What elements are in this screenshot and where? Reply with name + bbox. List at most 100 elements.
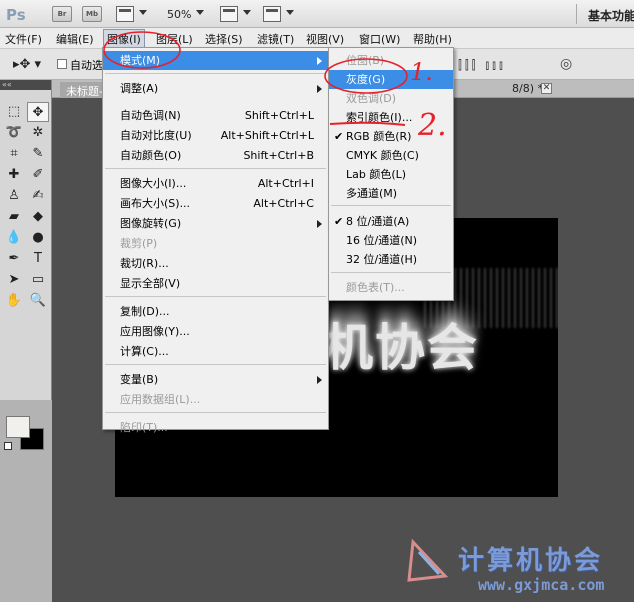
submenu-item-16-bit[interactable]: 16 位/通道(N) <box>329 231 453 250</box>
submenu-item-label: 16 位/通道(N) <box>346 234 418 247</box>
hand-tool-icon[interactable]: ✋ <box>3 291 25 311</box>
document-tab-info[interactable]: 8/8) * <box>512 82 543 95</box>
menu-item-image-rotation[interactable]: 图像旋转(G) <box>103 214 328 233</box>
menu-item-label: 裁剪(P) <box>120 237 158 250</box>
submenu-item-label: 位图(B) <box>346 54 385 67</box>
menu-item-auto-color[interactable]: 自动颜色(O) Shift+Ctrl+B <box>103 146 328 165</box>
submenu-item-multichannel[interactable]: 多通道(M) <box>329 184 453 203</box>
arrange-documents-icon[interactable] <box>220 6 238 22</box>
menu-item-trim[interactable]: 裁切(R)... <box>103 254 328 273</box>
eraser-tool-icon[interactable]: ▰ <box>3 207 25 227</box>
dodge-tool-icon[interactable]: ● <box>27 228 49 248</box>
align-distribute-icons[interactable]: ⫿⫿⫿ ⫾⫾⫾ <box>458 58 506 73</box>
lasso-tool-icon[interactable]: ➰ <box>3 123 25 143</box>
menu-separator <box>105 412 326 413</box>
menu-window[interactable]: 窗口(W) <box>359 31 400 47</box>
submenu-item-cmyk-color[interactable]: CMYK 颜色(C) <box>329 146 453 165</box>
auto-select-checkbox[interactable] <box>57 59 67 69</box>
quick-select-tool-icon[interactable]: ✲ <box>27 123 49 143</box>
marquee-tool-icon[interactable]: ⬚ <box>3 102 25 122</box>
menu-item-label: 陷印(T)... <box>120 421 168 434</box>
menu-select[interactable]: 选择(S) <box>205 31 243 47</box>
chevron-down-icon[interactable] <box>196 10 204 15</box>
type-tool-icon[interactable]: T <box>27 249 49 269</box>
toolbox-collapse-icon[interactable]: «« <box>0 80 51 90</box>
menu-item-shortcut: Shift+Ctrl+B <box>243 149 314 162</box>
close-icon[interactable]: ✕ <box>541 83 552 94</box>
screen-mode-icon[interactable] <box>263 6 281 22</box>
submenu-item-label: 索引颜色(I)... <box>346 111 413 124</box>
menu-image[interactable]: 图像(I) <box>103 29 145 49</box>
paint-bucket-tool-icon[interactable]: ◆ <box>27 207 49 227</box>
menu-separator <box>331 272 451 273</box>
foreground-color-swatch[interactable] <box>6 416 30 438</box>
chevron-down-icon[interactable] <box>139 10 147 15</box>
submenu-item-indexed-color[interactable]: 索引颜色(I)... <box>329 108 453 127</box>
menu-edit[interactable]: 编辑(E) <box>56 31 94 47</box>
pen-tool-icon[interactable]: ✒ <box>3 249 25 269</box>
bridge-button[interactable]: Br <box>52 6 72 22</box>
crop-tool-icon[interactable]: ⌗ <box>3 144 25 164</box>
view-extras-icon[interactable] <box>116 6 134 22</box>
menu-item-apply-image[interactable]: 应用图像(Y)... <box>103 322 328 341</box>
menu-item-apply-data-set: 应用数据组(L)... <box>103 390 328 409</box>
menu-item-label: 画布大小(S)... <box>120 197 191 210</box>
submenu-item-8-bit[interactable]: ✔ 8 位/通道(A) <box>329 212 453 231</box>
menu-item-auto-tone[interactable]: 自动色调(N) Shift+Ctrl+L <box>103 106 328 125</box>
workspace-switcher[interactable]: 基本功能 <box>588 7 634 24</box>
menu-item-mode[interactable]: 模式(M) <box>103 51 328 70</box>
path-select-tool-icon[interactable]: ➤ <box>3 270 25 290</box>
submenu-item-label: 32 位/通道(H) <box>346 253 418 266</box>
menu-item-shortcut: Alt+Ctrl+I <box>257 177 314 190</box>
menu-separator <box>331 205 451 206</box>
checkmark-icon: ✔ <box>334 215 344 228</box>
menu-item-image-size[interactable]: 图像大小(I)... Alt+Ctrl+I <box>103 174 328 193</box>
auto-align-icon[interactable]: ◎ <box>560 56 572 72</box>
menu-help[interactable]: 帮助(H) <box>413 31 452 47</box>
move-tool-icon[interactable]: ✥ <box>27 102 49 122</box>
toolbox: «« ⬚ ✥ ➰ ✲ ⌗ ✎ ✚ ✐ ♙ ✍ ▰ ◆ 💧 ● ✒ T ➤ ▭ ✋… <box>0 80 52 450</box>
shape-tool-icon[interactable]: ▭ <box>27 270 49 290</box>
menu-filter[interactable]: 滤镜(T) <box>257 31 294 47</box>
menu-item-adjustments[interactable]: 调整(A) <box>103 79 328 98</box>
menu-item-reveal-all[interactable]: 显示全部(V) <box>103 274 328 293</box>
submenu-item-label: RGB 颜色(R) <box>346 130 412 143</box>
zoom-tool-icon[interactable]: 🔍 <box>27 291 49 311</box>
submenu-item-duotone: 双色调(D) <box>329 89 453 108</box>
submenu-item-rgb-color[interactable]: ✔ RGB 颜色(R) <box>329 127 453 146</box>
menu-item-label: 调整(A) <box>120 82 159 95</box>
default-colors-icon[interactable] <box>4 442 12 450</box>
divider <box>576 4 577 24</box>
menu-file[interactable]: 文件(F) <box>5 31 42 47</box>
menu-item-label: 应用数据组(L)... <box>120 393 201 406</box>
menu-item-canvas-size[interactable]: 画布大小(S)... Alt+Ctrl+C <box>103 194 328 213</box>
submenu-item-lab-color[interactable]: Lab 颜色(L) <box>329 165 453 184</box>
menu-item-label: 变量(B) <box>120 373 159 386</box>
zoom-level[interactable]: 50% <box>167 8 191 21</box>
menu-item-calculations[interactable]: 计算(C)... <box>103 342 328 361</box>
menu-item-label: 自动色调(N) <box>120 109 181 122</box>
eyedropper-tool-icon[interactable]: ✎ <box>27 144 49 164</box>
menu-item-auto-contrast[interactable]: 自动对比度(U) Alt+Shift+Ctrl+L <box>103 126 328 145</box>
submenu-item-grayscale[interactable]: 灰度(G) <box>329 70 453 89</box>
mini-bridge-button[interactable]: Mb <box>82 6 102 22</box>
healing-brush-tool-icon[interactable]: ✚ <box>3 165 25 185</box>
chevron-down-icon[interactable] <box>286 10 294 15</box>
menu-item-variables[interactable]: 变量(B) <box>103 370 328 389</box>
clone-stamp-tool-icon[interactable]: ♙ <box>3 186 25 206</box>
canvas-fire-text: 机协会 <box>323 319 479 377</box>
chevron-down-icon[interactable] <box>243 10 251 15</box>
blur-tool-icon[interactable]: 💧 <box>3 228 25 248</box>
menu-view[interactable]: 视图(V) <box>306 31 344 47</box>
submenu-item-label: 颜色表(T)... <box>346 281 405 294</box>
menu-item-duplicate[interactable]: 复制(D)... <box>103 302 328 321</box>
submenu-item-label: 多通道(M) <box>346 187 398 200</box>
menu-layer[interactable]: 图层(L) <box>156 31 193 47</box>
submenu-item-32-bit[interactable]: 32 位/通道(H) <box>329 250 453 269</box>
application-bar: Ps Br Mb 50% 基本功能 <box>0 0 634 28</box>
submenu-item-label: CMYK 颜色(C) <box>346 149 419 162</box>
menu-item-shortcut: Alt+Ctrl+C <box>253 197 314 210</box>
move-tool-icon[interactable]: ▸✥ ▾ <box>13 57 41 72</box>
history-brush-tool-icon[interactable]: ✍ <box>27 186 49 206</box>
brush-tool-icon[interactable]: ✐ <box>27 165 49 185</box>
